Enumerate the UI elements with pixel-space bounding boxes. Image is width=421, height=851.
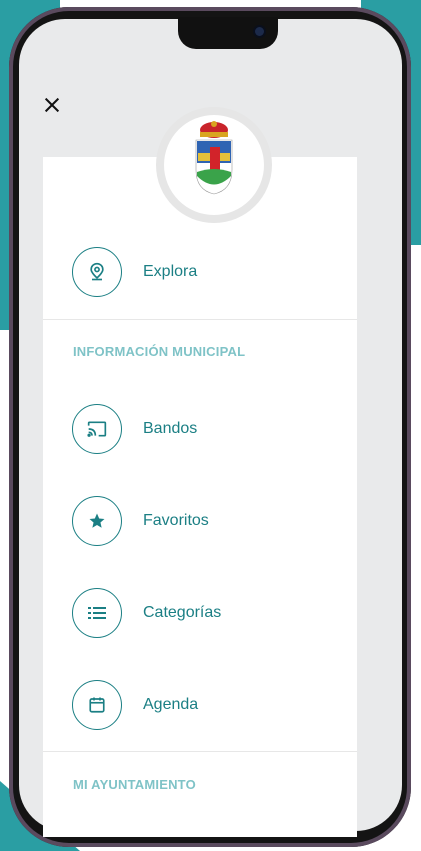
menu-item-label: Categorías [143, 604, 222, 621]
menu-item-favoritos[interactable]: Favoritos [72, 493, 352, 549]
divider [43, 319, 357, 320]
divider [43, 751, 357, 752]
coat-of-arms-logo [195, 121, 233, 195]
map-pin-icon [72, 247, 122, 297]
menu-item-label: Bandos [143, 420, 198, 437]
star-icon [72, 496, 122, 546]
menu-item-bandos[interactable]: Bandos [72, 401, 352, 457]
calendar-icon [72, 680, 122, 730]
list-icon [72, 588, 122, 638]
menu-item-label: Agenda [143, 696, 199, 713]
section-title-mi-ayuntamiento: MI AYUNTAMIENTO [73, 777, 196, 792]
menu-item-explora[interactable]: Explora [72, 244, 352, 300]
close-icon[interactable] [42, 95, 62, 115]
menu-item-label: Favoritos [143, 512, 209, 529]
section-title-informacion-municipal: INFORMACIÓN MUNICIPAL [73, 344, 246, 359]
cast-icon [72, 404, 122, 454]
phone-notch [178, 17, 278, 49]
menu-item-label: Explora [143, 263, 198, 280]
menu-item-agenda[interactable]: Agenda [72, 677, 352, 733]
menu-item-categorias[interactable]: Categorías [72, 585, 352, 641]
